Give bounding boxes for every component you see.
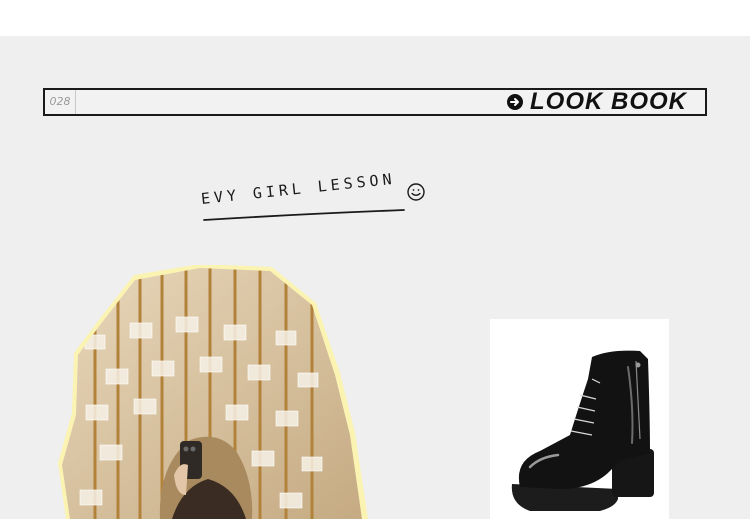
lesson-heading: EVY GIRL LESSON: [200, 170, 440, 230]
issue-number: 028: [45, 90, 76, 114]
lesson-underline: [203, 209, 405, 221]
arrow-right-circle-icon: [507, 94, 523, 110]
lookbook-title: LOOK BOOK: [530, 88, 687, 115]
lookbook-header-bar: 028 LOOK BOOK: [43, 88, 707, 116]
top-strip: [0, 0, 750, 36]
boot-image: [511, 350, 654, 511]
smiley-icon: [407, 183, 425, 201]
product-card-boot[interactable]: [490, 319, 669, 519]
lookbook-photo: [58, 265, 368, 519]
